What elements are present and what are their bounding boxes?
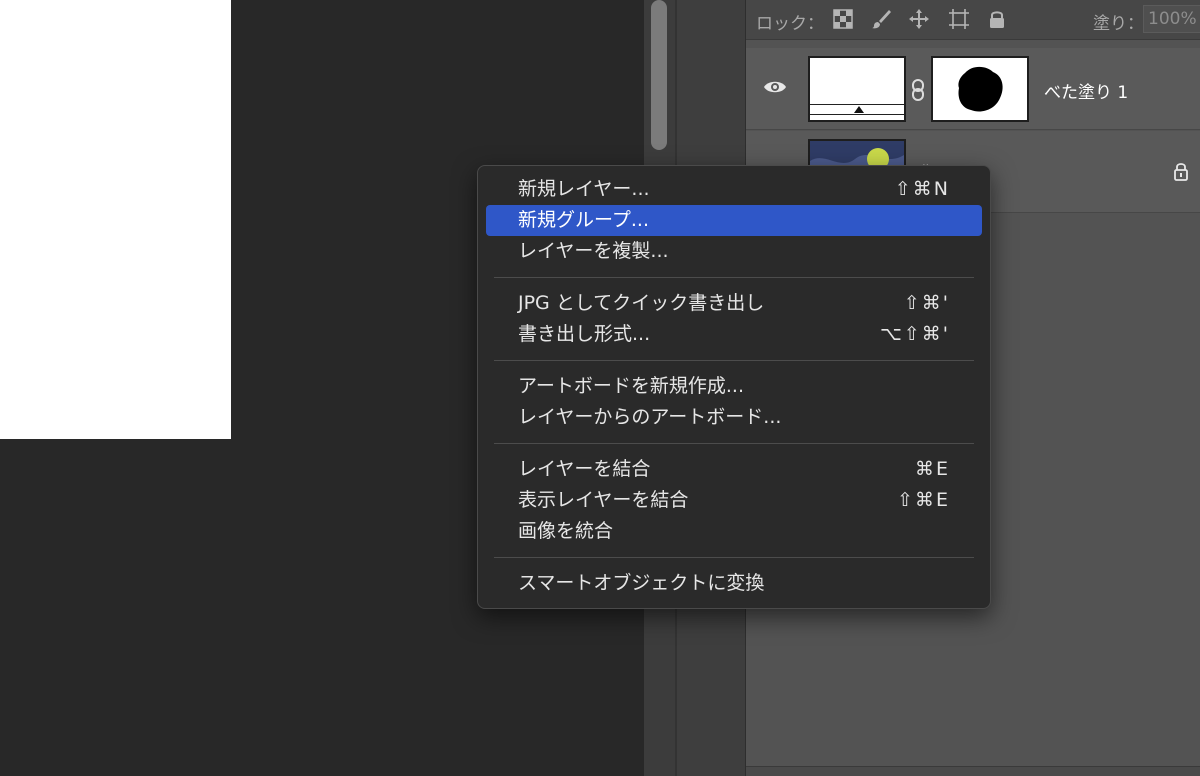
photoshop-window: ロック： 塗り： 100% べた塗り 1 新規レイヤー... ⇧⌘N 新規グルー… <box>0 0 1200 776</box>
menu-separator <box>494 557 974 558</box>
lock-artboard-icon[interactable] <box>948 8 970 30</box>
menu-item-quick-export-jpg[interactable]: JPG としてクイック書き出し ⇧⌘' <box>486 288 982 319</box>
lock-all-icon[interactable] <box>986 8 1008 30</box>
menu-item-new-group[interactable]: 新規グループ... <box>486 205 982 236</box>
mask-blob-shape <box>958 66 1003 112</box>
menu-item-label: レイヤーを結合 <box>518 458 651 480</box>
mask-link-chain-icon[interactable] <box>910 78 926 102</box>
lock-image-pixels-brush-icon[interactable] <box>870 8 892 30</box>
lock-transparent-pixels-icon[interactable] <box>832 8 854 30</box>
layer-mask-thumbnail[interactable] <box>931 56 1029 122</box>
menu-item-flatten-image[interactable]: 画像を統合 <box>486 516 982 547</box>
menu-item-merge-layers[interactable]: レイヤーを結合 ⌘E <box>486 454 982 485</box>
layers-context-menu: 新規レイヤー... ⇧⌘N 新規グループ... レイヤーを複製... JPG と… <box>477 165 991 609</box>
menu-item-artboard-from-layers[interactable]: レイヤーからのアートボード... <box>486 402 982 433</box>
menu-item-label: 新規レイヤー... <box>518 178 650 200</box>
fill-label: 塗り： <box>1093 14 1144 34</box>
scrollbar-thumb[interactable] <box>651 0 667 150</box>
menu-item-label: 表示レイヤーを結合 <box>518 489 689 511</box>
lock-position-move-icon[interactable] <box>908 8 930 30</box>
layer-lock-icon <box>1174 163 1188 181</box>
menu-item-shortcut: ⇧⌘E <box>897 489 950 511</box>
menu-item-label: JPG としてクイック書き出し <box>518 292 765 314</box>
layers-panel-footer <box>746 766 1200 776</box>
menu-item-label: レイヤーからのアートボード... <box>518 406 782 428</box>
visibility-eye-icon[interactable] <box>763 79 787 95</box>
menu-item-shortcut: ⌥⇧⌘' <box>879 323 950 345</box>
menu-separator <box>494 360 974 361</box>
menu-item-new-layer[interactable]: 新規レイヤー... ⇧⌘N <box>486 174 982 205</box>
menu-item-label: 画像を統合 <box>518 520 614 542</box>
menu-item-merge-visible[interactable]: 表示レイヤーを結合 ⇧⌘E <box>486 485 982 516</box>
menu-item-label: 書き出し形式... <box>518 323 651 345</box>
menu-item-label: アートボードを新規作成... <box>518 375 744 397</box>
fill-layer-thumbnail[interactable] <box>808 56 906 122</box>
menu-item-duplicate-layer[interactable]: レイヤーを複製... <box>486 236 982 267</box>
fill-opacity-field[interactable]: 100% <box>1143 5 1200 33</box>
layer-row-solid-fill[interactable]: べた塗り 1 <box>746 48 1200 130</box>
menu-item-new-artboard[interactable]: アートボードを新規作成... <box>486 371 982 402</box>
menu-item-shortcut: ⇧⌘N <box>894 178 950 200</box>
menu-item-export-as[interactable]: 書き出し形式... ⌥⇧⌘' <box>486 319 982 350</box>
menu-separator <box>494 443 974 444</box>
menu-item-shortcut: ⌘E <box>914 458 950 480</box>
menu-item-label: スマートオブジェクトに変換 <box>518 572 765 594</box>
layer-name[interactable]: べた塗り 1 <box>1044 78 1128 103</box>
document-canvas[interactable] <box>0 0 231 439</box>
menu-item-shortcut: ⇧⌘' <box>903 292 950 314</box>
lock-label: ロック： <box>756 14 824 34</box>
menu-separator <box>494 277 974 278</box>
menu-item-label: 新規グループ... <box>518 209 649 231</box>
menu-item-label: レイヤーを複製... <box>518 240 669 262</box>
lock-toolbar: ロック： 塗り： 100% <box>746 0 1200 40</box>
menu-item-convert-to-smart-object[interactable]: スマートオブジェクトに変換 <box>486 568 982 599</box>
